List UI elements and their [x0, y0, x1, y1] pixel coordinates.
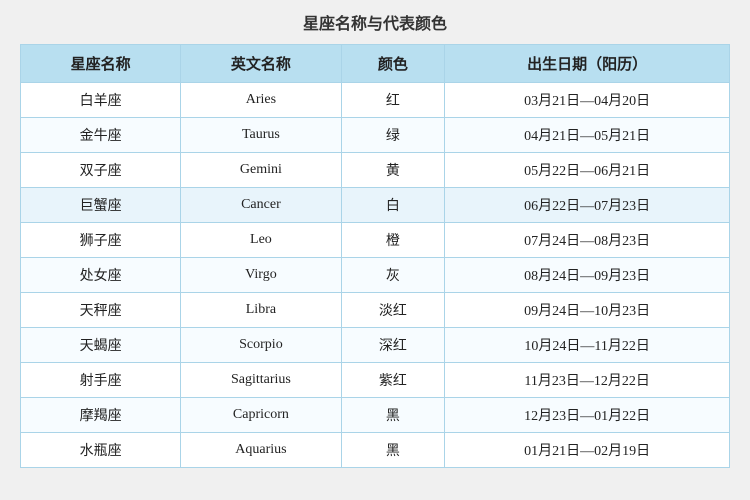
- table-row: 摩羯座Capricorn黑12月23日—01月22日: [21, 398, 730, 433]
- table-header-cell: 英文名称: [181, 45, 341, 83]
- table-body: 白羊座Aries红03月21日—04月20日金牛座Taurus绿04月21日—0…: [21, 83, 730, 468]
- table-header-cell: 颜色: [341, 45, 445, 83]
- table-cell-3: 08月24日—09月23日: [445, 258, 730, 293]
- table-cell-0: 天蝎座: [21, 328, 181, 363]
- table-row: 狮子座Leo橙07月24日—08月23日: [21, 223, 730, 258]
- table-header-cell: 星座名称: [21, 45, 181, 83]
- table-cell-1: Cancer: [181, 188, 341, 223]
- table-cell-3: 03月21日—04月20日: [445, 83, 730, 118]
- table-cell-2: 绿: [341, 118, 445, 153]
- table-cell-2: 灰: [341, 258, 445, 293]
- zodiac-table: 星座名称英文名称颜色出生日期（阳历） 白羊座Aries红03月21日—04月20…: [20, 44, 730, 468]
- table-row: 双子座Gemini黄05月22日—06月21日: [21, 153, 730, 188]
- table-cell-2: 黄: [341, 153, 445, 188]
- table-cell-0: 双子座: [21, 153, 181, 188]
- table-cell-2: 黑: [341, 433, 445, 468]
- table-cell-1: Aquarius: [181, 433, 341, 468]
- table-cell-0: 水瓶座: [21, 433, 181, 468]
- table-row: 巨蟹座Cancer白06月22日—07月23日: [21, 188, 730, 223]
- table-cell-3: 09月24日—10月23日: [445, 293, 730, 328]
- table-cell-2: 白: [341, 188, 445, 223]
- table-cell-2: 淡红: [341, 293, 445, 328]
- table-cell-0: 射手座: [21, 363, 181, 398]
- table-row: 水瓶座Aquarius黑01月21日—02月19日: [21, 433, 730, 468]
- table-cell-1: Leo: [181, 223, 341, 258]
- table-cell-2: 深红: [341, 328, 445, 363]
- table-row: 射手座Sagittarius紫红11月23日—12月22日: [21, 363, 730, 398]
- table-header-row: 星座名称英文名称颜色出生日期（阳历）: [21, 45, 730, 83]
- table-cell-2: 黑: [341, 398, 445, 433]
- table-cell-1: Virgo: [181, 258, 341, 293]
- table-cell-1: Taurus: [181, 118, 341, 153]
- table-cell-1: Libra: [181, 293, 341, 328]
- table-cell-0: 处女座: [21, 258, 181, 293]
- table-row: 处女座Virgo灰08月24日—09月23日: [21, 258, 730, 293]
- table-cell-0: 天秤座: [21, 293, 181, 328]
- main-container: 星座名称与代表颜色 星座名称英文名称颜色出生日期（阳历） 白羊座Aries红03…: [20, 10, 730, 468]
- table-cell-2: 紫红: [341, 363, 445, 398]
- table-header-cell: 出生日期（阳历）: [445, 45, 730, 83]
- table-row: 金牛座Taurus绿04月21日—05月21日: [21, 118, 730, 153]
- table-cell-3: 10月24日—11月22日: [445, 328, 730, 363]
- table-cell-2: 橙: [341, 223, 445, 258]
- table-cell-3: 12月23日—01月22日: [445, 398, 730, 433]
- table-cell-3: 07月24日—08月23日: [445, 223, 730, 258]
- table-cell-0: 白羊座: [21, 83, 181, 118]
- table-cell-3: 11月23日—12月22日: [445, 363, 730, 398]
- table-row: 天秤座Libra淡红09月24日—10月23日: [21, 293, 730, 328]
- table-cell-0: 金牛座: [21, 118, 181, 153]
- table-cell-1: Aries: [181, 83, 341, 118]
- table-cell-0: 摩羯座: [21, 398, 181, 433]
- table-cell-3: 04月21日—05月21日: [445, 118, 730, 153]
- table-cell-2: 红: [341, 83, 445, 118]
- table-cell-3: 01月21日—02月19日: [445, 433, 730, 468]
- table-cell-1: Sagittarius: [181, 363, 341, 398]
- table-row: 天蝎座Scorpio深红10月24日—11月22日: [21, 328, 730, 363]
- table-cell-3: 06月22日—07月23日: [445, 188, 730, 223]
- page-title: 星座名称与代表颜色: [20, 10, 730, 34]
- table-cell-0: 狮子座: [21, 223, 181, 258]
- table-cell-0: 巨蟹座: [21, 188, 181, 223]
- table-cell-3: 05月22日—06月21日: [445, 153, 730, 188]
- table-row: 白羊座Aries红03月21日—04月20日: [21, 83, 730, 118]
- table-cell-1: Capricorn: [181, 398, 341, 433]
- table-cell-1: Gemini: [181, 153, 341, 188]
- table-cell-1: Scorpio: [181, 328, 341, 363]
